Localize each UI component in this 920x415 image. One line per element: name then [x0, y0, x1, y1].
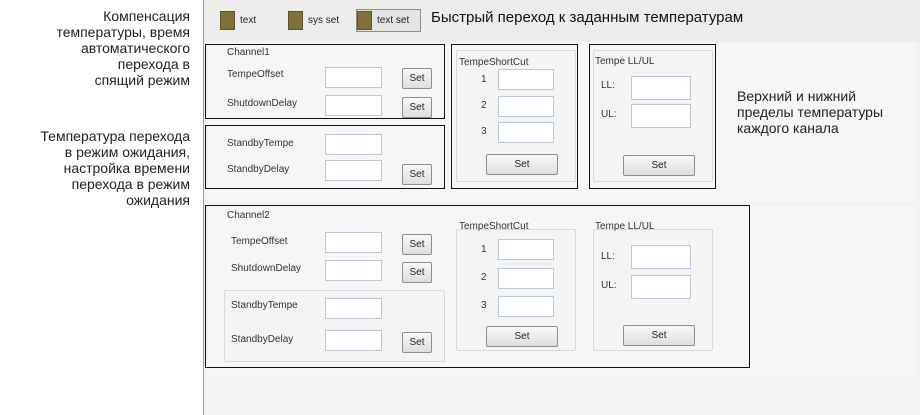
header-hint: Быстрый переход к заданным температурам	[431, 9, 744, 26]
annotation-standby: Температура перехода в режим ожидания, н…	[0, 128, 190, 208]
annotation-line: настройка времени	[63, 160, 190, 176]
toolbar: text sys set text set Быстрый переход к …	[204, 0, 920, 42]
limits-frame	[589, 44, 716, 189]
annotation-line: спящий режим	[94, 72, 190, 88]
annotation-line: температуры, время	[56, 24, 190, 40]
annotation-line: в режим ожидания,	[64, 144, 190, 160]
standby-frame	[205, 125, 445, 189]
tab-sys-set[interactable]: sys set	[288, 9, 339, 32]
annotation-line: Температура перехода	[40, 128, 190, 144]
tab-label: sys set	[308, 15, 340, 26]
annotation-line: автоматического	[80, 40, 190, 56]
tab-text[interactable]: text	[220, 9, 256, 32]
shortcut-frame	[451, 44, 578, 189]
annotation-line: Верхний и нижний	[737, 88, 857, 104]
tab-label: text	[240, 15, 257, 26]
tab-swatch-icon	[220, 11, 235, 30]
annotation-line: Компенсация	[103, 8, 190, 24]
annotation-line: перехода в	[117, 56, 190, 72]
annotation-limits: Верхний и нижний пределы температуры каж…	[737, 88, 917, 136]
annotation-line: пределы температуры	[737, 104, 884, 120]
channel2-frame	[205, 205, 750, 368]
tab-label: text set	[377, 15, 410, 26]
tab-swatch-icon	[357, 11, 372, 30]
compensation-frame	[205, 44, 445, 119]
annotation-line: ожидания	[126, 192, 190, 208]
annotation-line: перехода в режим	[71, 176, 190, 192]
annotation-compensation: Компенсация температуры, время автоматич…	[0, 8, 190, 88]
tab-text-set[interactable]: text set	[356, 9, 421, 32]
annotation-line: каждого канала	[737, 120, 839, 136]
tab-swatch-icon	[288, 11, 303, 30]
